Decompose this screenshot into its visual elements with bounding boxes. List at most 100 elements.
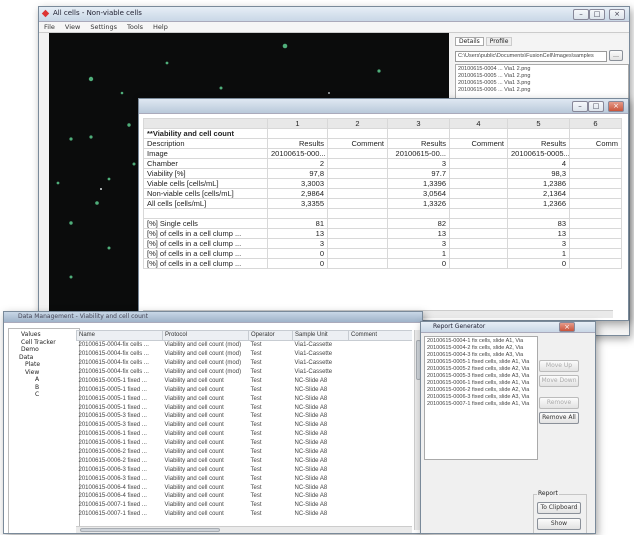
file-row[interactable]: 20100615-0007-1 fixed ... Viability and c…: [77, 510, 413, 519]
tree-item[interactable]: Demo: [11, 346, 77, 354]
tree-item[interactable]: B: [11, 384, 77, 392]
result-cell[interactable]: [569, 168, 622, 179]
result-cell[interactable]: [569, 228, 622, 239]
result-cell[interactable]: [327, 228, 388, 239]
report-item[interactable]: 20100615-0005-3 fixed cells, slide A3, V…: [427, 373, 535, 380]
column-header[interactable]: 6: [569, 118, 622, 129]
tree-item[interactable]: A: [11, 376, 77, 384]
report-item[interactable]: 20100615-0006-2 fixed cells, slide A2, V…: [427, 387, 535, 394]
file-row[interactable]: 20100615-0005-1 fixed ... Viability and c…: [77, 394, 413, 403]
remove-all-button[interactable]: Remove All: [539, 412, 579, 424]
file-row[interactable]: 20100615-0004-fix cells ... Viability and…: [77, 359, 413, 368]
report-item[interactable]: 20100615-0006-1 fixed cells, slide A1, V…: [427, 380, 535, 387]
file-row[interactable]: 20100615-0006-2 fixed ... Viability and c…: [77, 456, 413, 465]
result-cell[interactable]: 3: [267, 238, 328, 249]
results-titlebar[interactable]: – □ ×: [139, 99, 628, 114]
result-cell[interactable]: 0: [267, 248, 328, 259]
report-item[interactable]: 20100615-0004-2 fix cells, slide A2, Via: [427, 345, 535, 352]
menu-file[interactable]: File: [39, 22, 60, 32]
result-cell[interactable]: [449, 248, 508, 259]
result-cell[interactable]: 3,3355: [267, 198, 328, 209]
file-row[interactable]: 20100615-0006-3 fixed ... Viability and c…: [77, 474, 413, 483]
result-cell[interactable]: 1: [387, 248, 450, 259]
result-cell[interactable]: [449, 228, 508, 239]
result-cell[interactable]: [449, 218, 508, 229]
result-cell[interactable]: 13: [267, 228, 328, 239]
result-cell[interactable]: 83: [507, 218, 570, 229]
file-row[interactable]: 20100615-0006-1 fixed ... Viability and c…: [77, 430, 413, 439]
tree-item[interactable]: Plate: [11, 361, 77, 369]
result-cell[interactable]: [449, 178, 508, 189]
report-item[interactable]: 20100615-0004-3 fix cells, slide A3, Via: [427, 352, 535, 359]
column-header[interactable]: 3: [387, 118, 450, 129]
file-row[interactable]: 20100615-0005-1 fixed ... Viability and c…: [77, 376, 413, 385]
file-row[interactable]: 20100615-0004-fix cells ... Viability and…: [77, 350, 413, 359]
file-row[interactable]: 20100615-0005-1 fixed ... Viability and c…: [77, 385, 413, 394]
result-cell[interactable]: 97.7: [387, 168, 450, 179]
result-cell[interactable]: 97,8: [267, 168, 328, 179]
result-cell[interactable]: [327, 258, 388, 269]
result-cell[interactable]: 13: [507, 228, 570, 239]
result-cell[interactable]: [569, 238, 622, 249]
result-cell[interactable]: 3,3003: [267, 178, 328, 189]
result-cell[interactable]: 81: [267, 218, 328, 229]
result-cell[interactable]: 2,9864: [267, 188, 328, 199]
file-row[interactable]: 20100615-0006-4 fixed ... Viability and c…: [77, 483, 413, 492]
result-cell[interactable]: [569, 248, 622, 259]
report-item-list[interactable]: 20100615-0004-1 fix cells, slide A1, Via…: [424, 336, 538, 460]
tree-item[interactable]: Values: [11, 331, 77, 339]
result-cell[interactable]: [569, 198, 622, 209]
show-button[interactable]: Show: [537, 518, 581, 530]
result-cell[interactable]: [569, 148, 622, 159]
file-row[interactable]: 20100615-0007-1 fixed ... Viability and c…: [77, 501, 413, 510]
column-header[interactable]: 1: [267, 118, 328, 129]
result-cell[interactable]: 1: [507, 248, 570, 259]
result-cell[interactable]: 1,2386: [507, 178, 570, 189]
menu-tools[interactable]: Tools: [122, 22, 148, 32]
remove-button[interactable]: Remove: [539, 397, 579, 409]
tab-profile[interactable]: Profile: [485, 37, 513, 46]
result-cell[interactable]: 3: [387, 238, 450, 249]
file-row[interactable]: 20100615-0004-fix cells ... Viability and…: [77, 340, 413, 349]
result-cell[interactable]: 98,3: [507, 168, 570, 179]
result-cell[interactable]: [569, 258, 622, 269]
report-item[interactable]: 20100615-0005-1 fixed cells, slide A1, V…: [427, 359, 535, 366]
result-cell[interactable]: [327, 218, 388, 229]
tab-details[interactable]: Details: [455, 37, 484, 46]
result-cell[interactable]: [387, 208, 450, 219]
report-titlebar[interactable]: Report Generator ×: [421, 322, 595, 333]
result-cell[interactable]: [569, 208, 622, 219]
column-header-name[interactable]: Name: [76, 330, 163, 341]
report-item[interactable]: 20100615-0006-3 fixed cells, slide A3, V…: [427, 394, 535, 401]
result-cell[interactable]: [449, 168, 508, 179]
result-cell[interactable]: [449, 148, 508, 159]
result-cell[interactable]: 2: [267, 158, 328, 169]
file-row[interactable]: 20100615-0005-3 fixed ... Viability and c…: [77, 412, 413, 421]
column-header-comment[interactable]: Comment: [348, 330, 412, 341]
result-cell[interactable]: [449, 258, 508, 269]
maximize-button[interactable]: □: [588, 101, 604, 112]
result-cell[interactable]: [507, 208, 570, 219]
menu-settings[interactable]: Settings: [85, 22, 122, 32]
column-header[interactable]: 4: [449, 118, 508, 129]
scroll-thumb[interactable]: [80, 528, 220, 532]
column-header[interactable]: [143, 118, 268, 129]
result-cell[interactable]: 0: [267, 258, 328, 269]
result-cell[interactable]: [449, 208, 508, 219]
tree-item[interactable]: View: [11, 369, 77, 377]
result-cell[interactable]: 3: [387, 158, 450, 169]
result-cell[interactable]: [449, 198, 508, 209]
tree-item[interactable]: C: [11, 391, 77, 399]
result-cell[interactable]: [267, 208, 328, 219]
result-cell[interactable]: [569, 178, 622, 189]
column-header[interactable]: 5: [507, 118, 570, 129]
result-cell[interactable]: [327, 248, 388, 259]
file-row[interactable]: 20100615-0006-2 fixed ... Viability and c…: [77, 448, 413, 457]
close-button[interactable]: ×: [609, 9, 625, 20]
result-cell[interactable]: 3,0564: [387, 188, 450, 199]
result-cell[interactable]: [327, 188, 388, 199]
result-cell[interactable]: 2,1364: [507, 188, 570, 199]
tree-item[interactable]: Data: [11, 354, 77, 362]
result-cell[interactable]: [569, 188, 622, 199]
result-cell[interactable]: [327, 208, 388, 219]
